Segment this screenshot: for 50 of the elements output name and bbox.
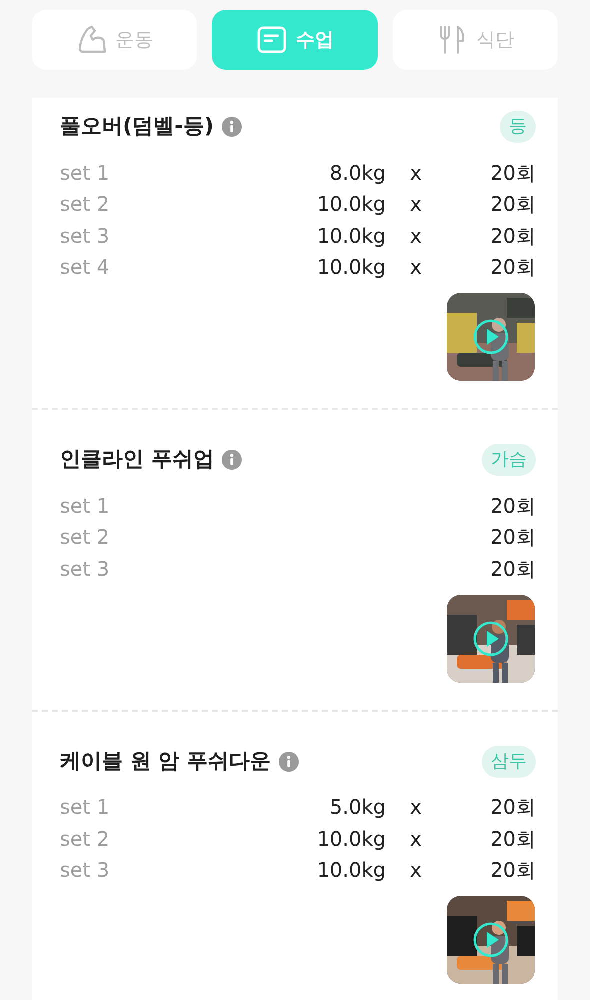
set-label: set 4 [60,254,111,282]
muscle-tag: 등 [500,111,536,143]
times-sign: x [409,254,423,282]
set-weight: 10.0kg [316,857,386,884]
tab[interactable]: 식단 [392,10,558,70]
set-reps: 20회 [490,191,536,218]
set-label: set 1 [60,492,111,520]
play-icon[interactable] [473,319,509,355]
times-sign: x [409,222,423,250]
exercise-title: 풀오버(덤벨-등) [60,113,214,140]
set-reps: 20회 [490,222,536,250]
set-reps: 20회 [490,826,536,853]
set-weight: 8.0kg [328,160,386,187]
muscle-tag: 삼두 [482,746,536,778]
set-label: set 2 [60,524,111,552]
times-sign: x [409,826,423,853]
times-sign: x [409,160,423,187]
set-weight: 5.0kg [328,794,386,822]
set-reps: 20회 [490,160,536,187]
tab[interactable]: 운동 [32,10,198,70]
exercise-title: 인클라인 푸쉬업 [60,446,214,474]
set-reps: 20회 [490,492,536,520]
set-label: set 1 [60,160,111,187]
set-label: set 1 [60,794,111,822]
play-icon[interactable] [473,620,509,656]
times-sign: x [409,794,423,822]
set-weight: 10.0kg [316,222,386,250]
set-label: set 3 [60,222,111,250]
set-reps: 20회 [490,556,536,583]
set-reps: 20회 [490,254,536,282]
info-icon[interactable] [222,450,242,470]
play-icon[interactable] [473,922,509,958]
set-weight: 10.0kg [316,191,386,218]
set-label: set 2 [60,826,111,853]
set-label: set 3 [60,556,111,583]
note-icon [256,24,288,56]
set-reps: 20회 [490,524,536,552]
tab[interactable]: 수업 [212,10,378,70]
set-weight: 10.0kg [316,826,386,853]
set-label: set 3 [60,857,111,884]
set-label: set 2 [60,191,111,218]
info-icon[interactable] [278,752,299,772]
info-icon[interactable] [222,117,242,137]
times-sign: x [409,857,423,884]
muscle-tag: 가슴 [482,444,536,476]
exercise-title: 케이블 원 암 푸쉬다운 [60,748,271,775]
set-reps: 20회 [490,857,536,884]
set-reps: 20회 [490,794,536,822]
set-weight: 10.0kg [316,254,386,282]
times-sign: x [409,191,423,218]
